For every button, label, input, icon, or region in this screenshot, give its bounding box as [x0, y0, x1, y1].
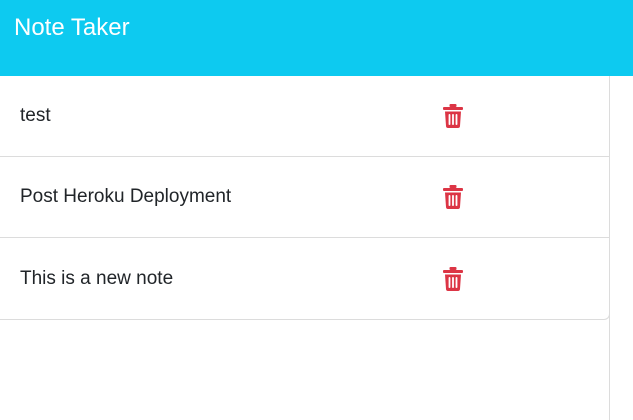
navbar: Note Taker — [0, 0, 633, 76]
note-title[interactable]: Post Heroku Deployment — [20, 186, 231, 208]
note-title[interactable]: This is a new note — [20, 268, 173, 290]
note-list: test Post Heroku Deployment This is a ne… — [0, 76, 610, 320]
app-title[interactable]: Note Taker — [14, 12, 130, 44]
list-item[interactable]: test — [0, 76, 609, 157]
notes-panel: test Post Heroku Deployment This is a ne… — [0, 76, 610, 420]
note-title[interactable]: test — [20, 105, 51, 127]
trash-icon[interactable] — [443, 185, 463, 209]
list-item[interactable]: This is a new note — [0, 238, 609, 319]
trash-icon[interactable] — [443, 266, 463, 291]
list-item[interactable]: Post Heroku Deployment — [0, 157, 609, 238]
trash-icon[interactable] — [443, 104, 463, 128]
